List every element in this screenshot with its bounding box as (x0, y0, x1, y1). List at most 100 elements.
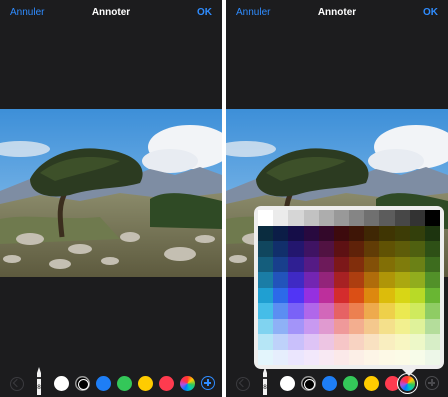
palette-color-cell[interactable] (379, 349, 395, 365)
palette-color-cell[interactable] (424, 225, 440, 241)
palette-color-cell[interactable] (333, 287, 349, 303)
palette-color-cell[interactable] (303, 225, 319, 241)
palette-color-cell[interactable] (349, 318, 365, 334)
palette-color-cell[interactable] (364, 225, 380, 241)
palette-color-cell[interactable] (318, 318, 334, 334)
swatch-green[interactable] (117, 376, 132, 391)
palette-color-cell[interactable] (409, 272, 425, 288)
palette-color-cell[interactable] (333, 272, 349, 288)
palette-color-cell[interactable] (424, 349, 440, 365)
palette-color-cell[interactable] (409, 287, 425, 303)
swatch-blue[interactable] (322, 376, 337, 391)
palette-color-cell[interactable] (394, 334, 410, 350)
palette-color-cell[interactable] (318, 287, 334, 303)
palette-color-cell[interactable] (318, 303, 334, 319)
palette-color-cell[interactable] (364, 272, 380, 288)
palette-color-cell[interactable] (303, 256, 319, 272)
palette-color-cell[interactable] (333, 334, 349, 350)
palette-color-cell[interactable] (379, 287, 395, 303)
palette-color-cell[interactable] (273, 349, 289, 365)
add-icon[interactable] (201, 376, 215, 390)
palette-color-cell[interactable] (424, 272, 440, 288)
palette-color-cell[interactable] (364, 241, 380, 257)
swatch-yellow[interactable] (138, 376, 153, 391)
palette-color-cell[interactable] (379, 334, 395, 350)
palette-color-cell[interactable] (303, 241, 319, 257)
palette-color-cell[interactable] (349, 241, 365, 257)
palette-color-cell[interactable] (273, 272, 289, 288)
palette-color-cell[interactable] (273, 256, 289, 272)
palette-color-cell[interactable] (273, 287, 289, 303)
palette-color-cell[interactable] (333, 318, 349, 334)
palette-color-cell[interactable] (273, 318, 289, 334)
palette-color-cell[interactable] (394, 210, 410, 226)
swatch-black[interactable] (75, 376, 90, 391)
palette-color-cell[interactable] (349, 256, 365, 272)
palette-color-cell[interactable] (333, 210, 349, 226)
palette-color-cell[interactable] (303, 349, 319, 365)
palette-color-cell[interactable] (333, 241, 349, 257)
palette-color-cell[interactable] (424, 210, 440, 226)
palette-color-cell[interactable] (364, 303, 380, 319)
palette-color-cell[interactable] (333, 256, 349, 272)
palette-color-cell[interactable] (258, 287, 274, 303)
palette-color-cell[interactable] (379, 303, 395, 319)
palette-color-cell[interactable] (379, 318, 395, 334)
pen-tool[interactable]: 8 (34, 367, 44, 395)
palette-color-cell[interactable] (318, 272, 334, 288)
palette-color-cell[interactable] (409, 225, 425, 241)
palette-color-cell[interactable] (318, 241, 334, 257)
palette-color-cell[interactable] (409, 334, 425, 350)
palette-color-cell[interactable] (288, 225, 304, 241)
palette-color-cell[interactable] (303, 303, 319, 319)
ok-button[interactable]: OK (197, 7, 212, 18)
palette-color-cell[interactable] (349, 272, 365, 288)
swatch-blue[interactable] (96, 376, 111, 391)
palette-color-cell[interactable] (273, 303, 289, 319)
palette-color-cell[interactable] (394, 303, 410, 319)
palette-color-cell[interactable] (394, 349, 410, 365)
undo-icon[interactable] (10, 377, 24, 391)
palette-color-cell[interactable] (364, 256, 380, 272)
palette-color-cell[interactable] (318, 210, 334, 226)
swatch-black[interactable] (301, 376, 316, 391)
swatch-green[interactable] (343, 376, 358, 391)
palette-color-cell[interactable] (333, 349, 349, 365)
ok-button[interactable]: OK (423, 7, 438, 18)
palette-color-cell[interactable] (409, 349, 425, 365)
palette-color-cell[interactable] (424, 303, 440, 319)
palette-color-cell[interactable] (349, 225, 365, 241)
palette-color-cell[interactable] (318, 349, 334, 365)
palette-color-cell[interactable] (364, 349, 380, 365)
palette-color-cell[interactable] (288, 334, 304, 350)
palette-color-cell[interactable] (424, 287, 440, 303)
palette-color-cell[interactable] (303, 318, 319, 334)
palette-color-cell[interactable] (349, 303, 365, 319)
palette-color-cell[interactable] (409, 256, 425, 272)
add-icon[interactable] (425, 376, 439, 390)
palette-color-cell[interactable] (364, 287, 380, 303)
palette-color-cell[interactable] (258, 210, 274, 226)
palette-color-cell[interactable] (303, 334, 319, 350)
palette-color-cell[interactable] (273, 334, 289, 350)
palette-color-cell[interactable] (409, 210, 425, 226)
palette-color-cell[interactable] (258, 334, 274, 350)
palette-color-cell[interactable] (409, 318, 425, 334)
undo-icon[interactable] (236, 377, 250, 391)
swatch-white[interactable] (54, 376, 69, 391)
palette-color-cell[interactable] (379, 272, 395, 288)
palette-color-cell[interactable] (394, 256, 410, 272)
palette-color-cell[interactable] (394, 287, 410, 303)
palette-color-cell[interactable] (409, 303, 425, 319)
palette-color-cell[interactable] (394, 225, 410, 241)
palette-color-cell[interactable] (273, 225, 289, 241)
palette-color-cell[interactable] (288, 303, 304, 319)
palette-color-cell[interactable] (258, 225, 274, 241)
palette-color-cell[interactable] (394, 241, 410, 257)
palette-color-cell[interactable] (333, 303, 349, 319)
palette-color-cell[interactable] (273, 241, 289, 257)
palette-color-cell[interactable] (424, 241, 440, 257)
palette-color-cell[interactable] (424, 256, 440, 272)
palette-color-cell[interactable] (379, 210, 395, 226)
color-picker-button[interactable] (180, 376, 195, 391)
